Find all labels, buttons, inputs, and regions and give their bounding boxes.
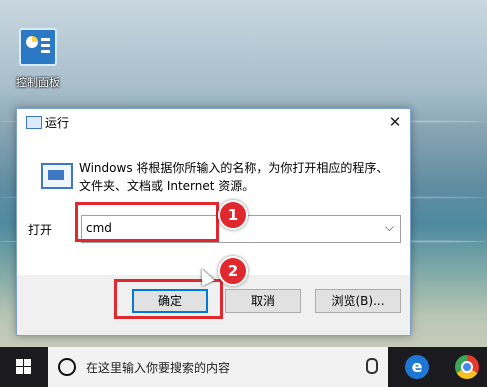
browse-button[interactable]: 浏览(B)... — [315, 289, 401, 313]
desktop-icon-label: 控制面板 — [16, 76, 60, 89]
taskbar: 在这里输入你要搜索的内容 e — [0, 347, 487, 387]
edge-icon[interactable]: e — [405, 355, 429, 379]
close-button[interactable]: ✕ — [380, 109, 410, 137]
microphone-icon[interactable] — [366, 358, 378, 374]
run-program-icon — [41, 163, 73, 189]
open-label: 打开 — [28, 223, 53, 237]
step-2-badge: 2 — [218, 256, 248, 286]
chrome-icon[interactable] — [455, 355, 479, 379]
taskbar-search-box[interactable]: 在这里输入你要搜索的内容 — [48, 347, 388, 387]
run-app-icon — [26, 116, 42, 129]
description-line: 文件夹、文档或 Internet 资源。 — [79, 179, 255, 193]
search-placeholder: 在这里输入你要搜索的内容 — [86, 361, 231, 375]
highlight-input-box — [75, 202, 219, 242]
title-bar[interactable]: 运行 ✕ — [17, 109, 410, 137]
step-1-badge: 1 — [218, 200, 248, 230]
chevron-down-icon[interactable]: ⌵ — [385, 220, 394, 235]
desktop-icon-control-panel[interactable]: 控制面板 — [8, 28, 68, 90]
highlight-ok-button — [114, 279, 223, 319]
cancel-button[interactable]: 取消 — [225, 289, 301, 313]
start-button[interactable] — [0, 347, 46, 387]
control-panel-icon — [19, 28, 57, 66]
cortana-icon[interactable] — [58, 358, 76, 376]
windows-start-icon — [16, 359, 31, 374]
dialog-title: 运行 — [45, 116, 70, 130]
dialog-description: Windows 将根据你所输入的名称，为你打开相应的程序、 文件夹、文档或 In… — [79, 159, 399, 195]
description-line: Windows 将根据你所输入的名称，为你打开相应的程序、 — [79, 161, 389, 175]
